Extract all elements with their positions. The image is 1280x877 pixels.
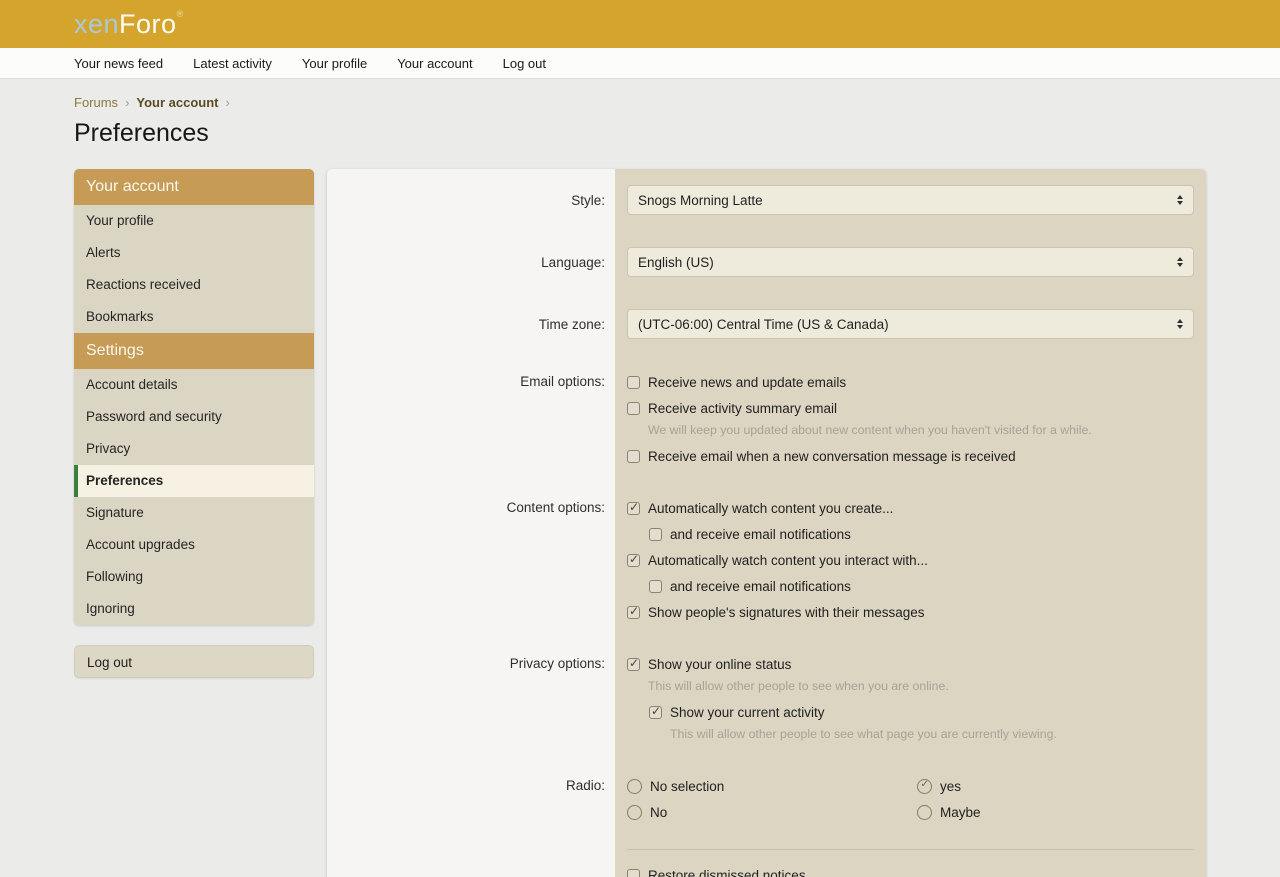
checkbox-icon[interactable] [627, 402, 640, 415]
style-select-value: Snogs Morning Latte [638, 193, 763, 208]
sidebar-tab-your-account[interactable]: Your account [74, 169, 314, 205]
radio-option-label: No selection [650, 779, 724, 794]
page-title: Preferences [74, 119, 1206, 148]
checkbox-icon[interactable] [649, 580, 662, 593]
language-label: Language: [327, 255, 615, 270]
content-option-show-signatures[interactable]: Show people's signatures with their mess… [627, 599, 1194, 625]
sidebar-item-privacy[interactable]: Privacy [74, 433, 314, 465]
sidebar-item-alerts[interactable]: Alerts [74, 237, 314, 269]
checkbox-label: Automatically watch content you create..… [648, 501, 893, 516]
nav-log-out[interactable]: Log out [503, 56, 546, 71]
logo-foro-text: Foro [119, 9, 177, 39]
sidebar-item-account-details[interactable]: Account details [74, 369, 314, 401]
sidebar-item-preferences[interactable]: Preferences [74, 465, 314, 497]
timezone-select[interactable]: (UTC-06:00) Central Time (US & Canada) [627, 309, 1194, 339]
checkbox-label: Receive activity summary email [648, 401, 837, 416]
sidebar: Your account Your profile Alerts Reactio… [74, 169, 314, 678]
checkbox-icon[interactable] [627, 554, 640, 567]
timezone-label: Time zone: [327, 317, 615, 332]
content-option-create-email-notifications[interactable]: and receive email notifications [649, 521, 1194, 547]
checkbox-label: Show people's signatures with their mess… [648, 605, 924, 620]
breadcrumb-your-account[interactable]: Your account [136, 95, 218, 110]
sidebar-item-reactions-received[interactable]: Reactions received [74, 269, 314, 301]
radio-option-label: yes [940, 779, 961, 794]
language-select[interactable]: English (US) [627, 247, 1194, 277]
radio-option-label: No [650, 805, 667, 820]
breadcrumb-forums[interactable]: Forums [74, 95, 118, 110]
sidebar-item-your-profile[interactable]: Your profile [74, 205, 314, 237]
radio-option-label: Maybe [940, 805, 981, 820]
checkbox-label: Show your online status [648, 657, 791, 672]
activity-summary-hint: We will keep you updated about new conte… [648, 422, 1194, 439]
restore-dismissed-notices-option[interactable]: Restore dismissed notices [627, 862, 1194, 877]
checkbox-icon[interactable] [649, 528, 662, 541]
nav-latest-activity[interactable]: Latest activity [193, 56, 272, 71]
select-arrows-icon [1177, 195, 1183, 205]
select-arrows-icon [1177, 319, 1183, 329]
content-option-watch-interact[interactable]: Automatically watch content you interact… [627, 547, 1194, 573]
content-options-label: Content options: [327, 495, 615, 625]
privacy-option-current-activity[interactable]: Show your current activity [649, 699, 1194, 725]
content-option-watch-create[interactable]: Automatically watch content you create..… [627, 495, 1194, 521]
radio-label: Radio: [327, 773, 615, 825]
radio-icon[interactable] [917, 805, 932, 820]
sidebar-item-password-and-security[interactable]: Password and security [74, 401, 314, 433]
checkbox-icon[interactable] [627, 869, 640, 877]
sidebar-item-following[interactable]: Following [74, 561, 314, 593]
email-options-label: Email options: [327, 369, 615, 469]
checkbox-label: Show your current activity [670, 705, 825, 720]
style-label: Style: [327, 193, 615, 208]
preferences-panel: Style: Snogs Morning Latte Language: Eng… [327, 169, 1206, 877]
checkbox-icon[interactable] [627, 502, 640, 515]
language-select-value: English (US) [638, 255, 714, 270]
timezone-select-value: (UTC-06:00) Central Time (US & Canada) [638, 317, 889, 332]
checkbox-icon[interactable] [627, 450, 640, 463]
email-option-conversation-message[interactable]: Receive email when a new conversation me… [627, 443, 1194, 469]
sidebar-item-bookmarks[interactable]: Bookmarks [74, 301, 314, 333]
radio-option-no-selection[interactable]: No selection [627, 773, 917, 799]
logo-xen-text: xen [74, 9, 119, 39]
email-option-news-updates[interactable]: Receive news and update emails [627, 369, 1194, 395]
logo-trademark: ® [177, 9, 184, 19]
checkbox-icon[interactable] [627, 376, 640, 389]
checkbox-icon[interactable] [627, 606, 640, 619]
checkbox-icon[interactable] [649, 706, 662, 719]
xenforo-logo[interactable]: xenForo® [74, 9, 184, 40]
nav-your-news-feed[interactable]: Your news feed [74, 56, 163, 71]
radio-icon[interactable] [917, 779, 932, 794]
nav-your-account[interactable]: Your account [397, 56, 472, 71]
breadcrumb-arrow-icon: › [125, 95, 129, 110]
privacy-options-label: Privacy options: [327, 651, 615, 747]
checkbox-label: and receive email notifications [670, 579, 851, 594]
sidebar-item-ignoring[interactable]: Ignoring [74, 593, 314, 625]
checkbox-icon[interactable] [627, 658, 640, 671]
email-option-activity-summary[interactable]: Receive activity summary email [627, 395, 1194, 421]
checkbox-label: Restore dismissed notices [648, 868, 806, 877]
top-navbar: Your news feed Latest activity Your prof… [0, 48, 1280, 79]
breadcrumb-arrow-icon: › [226, 95, 230, 110]
radio-icon[interactable] [627, 805, 642, 820]
sidebar-item-signature[interactable]: Signature [74, 497, 314, 529]
online-status-hint: This will allow other people to see when… [648, 678, 1194, 695]
nav-your-profile[interactable]: Your profile [302, 56, 367, 71]
style-select[interactable]: Snogs Morning Latte [627, 185, 1194, 215]
checkbox-label: and receive email notifications [670, 527, 851, 542]
sidebar-log-out-button[interactable]: Log out [74, 645, 314, 678]
sidebar-item-account-upgrades[interactable]: Account upgrades [74, 529, 314, 561]
app-header: xenForo® [0, 0, 1280, 48]
breadcrumb: Forums › Your account › [74, 79, 1206, 110]
checkbox-label: Receive email when a new conversation me… [648, 449, 1016, 464]
sidebar-tab-settings[interactable]: Settings [74, 333, 314, 369]
radio-option-maybe[interactable]: Maybe [917, 799, 1206, 825]
current-activity-hint: This will allow other people to see what… [670, 726, 1194, 743]
radio-option-yes[interactable]: yes [917, 773, 1206, 799]
select-arrows-icon [1177, 257, 1183, 267]
checkbox-label: Automatically watch content you interact… [648, 553, 928, 568]
radio-option-no[interactable]: No [627, 799, 917, 825]
content-option-interact-email-notifications[interactable]: and receive email notifications [649, 573, 1194, 599]
radio-icon[interactable] [627, 779, 642, 794]
checkbox-label: Receive news and update emails [648, 375, 846, 390]
privacy-option-online-status[interactable]: Show your online status [627, 651, 1194, 677]
section-divider [627, 849, 1194, 850]
